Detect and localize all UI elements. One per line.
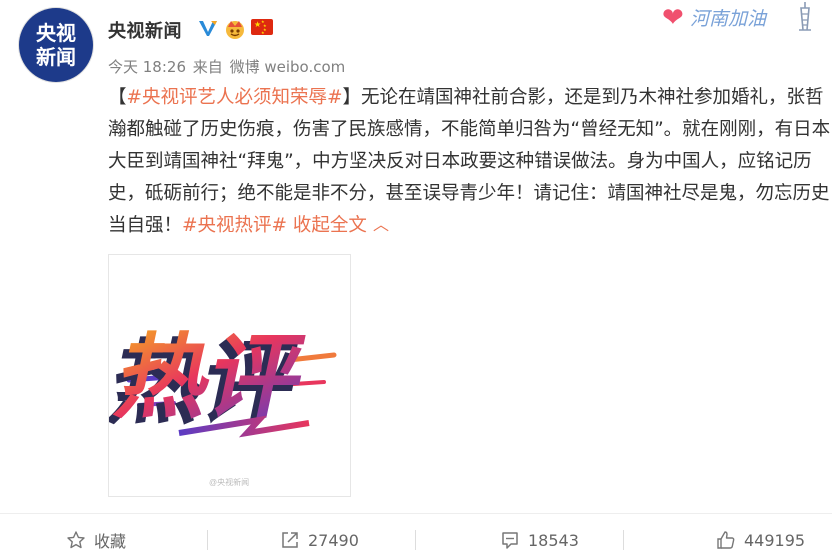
china-flag-icon: ★ ★ ★ ★ ★ xyxy=(251,19,273,35)
action-separator xyxy=(207,530,208,550)
repost-count: 27490 xyxy=(308,530,359,550)
tower-icon xyxy=(799,2,811,31)
share-arrow-icon xyxy=(282,532,298,548)
action-bar-divider xyxy=(0,513,832,514)
action-separator xyxy=(415,530,416,550)
source-prefix: 来自 xyxy=(192,58,223,76)
close-bracket: 】 xyxy=(342,87,362,108)
post-time[interactable]: 今天 18:26 xyxy=(108,58,186,76)
comment-bubble-icon xyxy=(502,532,518,549)
repost-button[interactable]: 27490 xyxy=(280,528,359,552)
crown-icon xyxy=(226,21,244,39)
topic-tag-link[interactable]: #央视评艺人必须知荣辱# xyxy=(127,87,343,108)
avatar-text-top: 央视 xyxy=(36,21,76,45)
graphic-text: 热评 xyxy=(109,324,314,431)
source-link[interactable]: 微博 weibo.com xyxy=(230,58,346,76)
post-meta: 今天 18:26 来自 微博 weibo.com xyxy=(108,56,347,77)
avatar[interactable]: 央视 新闻 xyxy=(19,8,93,82)
image-watermark: @央视新闻 xyxy=(209,478,250,487)
avatar-text-bottom: 新闻 xyxy=(36,45,76,69)
post-content: 【#央视评艺人必须知荣辱#】无论在靖国神社前合影，还是到乃木神社参加婚礼，张哲瀚… xyxy=(108,82,832,242)
chevron-up-icon: ︿ xyxy=(372,215,389,234)
badge-text: 河南加油 xyxy=(690,8,767,30)
comment-button[interactable]: 18543 xyxy=(500,528,579,552)
post-image[interactable]: 热评 热评 @央视新闻 xyxy=(108,254,351,497)
action-separator xyxy=(623,530,624,550)
hotcomment-graphic: 热评 热评 xyxy=(109,324,337,438)
thumbs-up-icon xyxy=(717,531,735,549)
henan-support-badge: ❤ 河南加油 xyxy=(662,0,824,32)
favorite-button[interactable]: 收藏 xyxy=(66,528,126,552)
collapse-button[interactable]: 收起全文 ︿ xyxy=(293,215,389,236)
account-name[interactable]: 央视新闻 xyxy=(108,17,182,43)
open-bracket: 【 xyxy=(108,87,127,108)
end-topic-tag-link[interactable]: #央视热评# xyxy=(182,215,287,236)
like-button[interactable]: 449195 xyxy=(716,528,805,552)
post-body: 无论在靖国神社前合影，还是到乃木神社参加婚礼，张哲瀚都触碰了历史伤痕，伤害了民族… xyxy=(108,87,831,236)
collapse-label: 收起全文 xyxy=(292,215,367,236)
verified-v-icon xyxy=(199,21,217,36)
comment-count: 18543 xyxy=(528,530,579,550)
like-count: 449195 xyxy=(744,530,806,550)
heart-icon: ❤ xyxy=(662,2,684,32)
favorite-label: 收藏 xyxy=(94,532,127,551)
star-icon xyxy=(67,531,85,549)
